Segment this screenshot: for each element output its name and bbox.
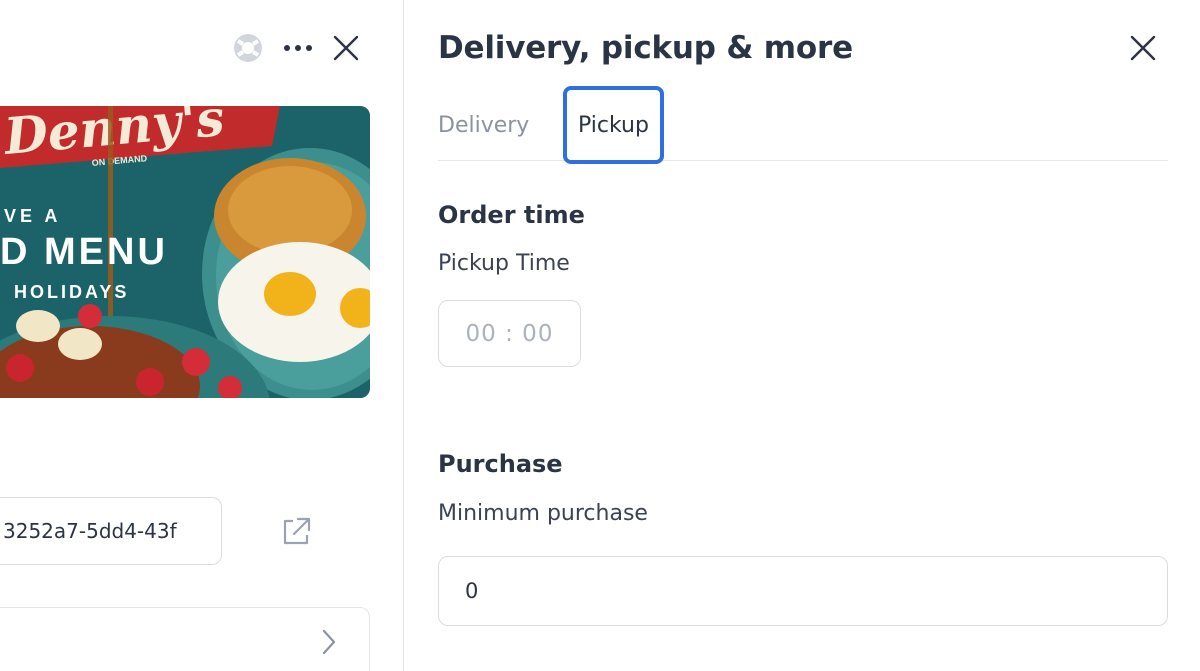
pickup-time-placeholder: 00 : 00 xyxy=(465,320,554,347)
id-field[interactable]: 3252a7-5dd4-43f xyxy=(0,497,222,565)
tab-bar: Delivery Pickup xyxy=(438,86,1168,164)
id-field-value: 3252a7-5dd4-43f xyxy=(3,519,177,543)
nav-row[interactable] xyxy=(0,607,370,671)
minimum-purchase-label: Minimum purchase xyxy=(438,501,648,526)
delivery-settings-panel: Delivery, pickup & more Delivery Pickup … xyxy=(405,0,1200,671)
panel-title: Delivery, pickup & more xyxy=(438,30,853,66)
left-panel: Denny's ON DEMAND VE A D MENU HOLIDAYS 3… xyxy=(0,0,404,671)
promo-line1-text: VE A xyxy=(4,206,61,226)
app-frame: Denny's ON DEMAND VE A D MENU HOLIDAYS 3… xyxy=(0,0,1200,671)
chevron-right-icon xyxy=(321,628,337,660)
close-icon[interactable] xyxy=(1123,28,1163,68)
pickup-time-label: Pickup Time xyxy=(438,251,570,276)
left-panel-toolbar xyxy=(230,30,364,66)
tab-delivery[interactable]: Delivery xyxy=(438,86,529,164)
lifebuoy-icon[interactable] xyxy=(230,30,266,66)
close-icon[interactable] xyxy=(328,30,364,66)
tab-pickup[interactable]: Pickup xyxy=(563,86,664,164)
external-link-icon[interactable] xyxy=(276,512,316,552)
minimum-purchase-input[interactable]: 0 xyxy=(438,556,1168,626)
purchase-heading: Purchase xyxy=(438,450,563,478)
minimum-purchase-value: 0 xyxy=(465,579,479,603)
more-horizontal-icon[interactable] xyxy=(280,30,316,66)
pickup-time-input[interactable]: 00 : 00 xyxy=(438,300,581,367)
promo-line3-text: HOLIDAYS xyxy=(14,282,129,302)
order-time-heading: Order time xyxy=(438,201,585,229)
promo-line2-text: D MENU xyxy=(0,231,168,273)
promo-image: Denny's ON DEMAND VE A D MENU HOLIDAYS xyxy=(0,106,370,398)
